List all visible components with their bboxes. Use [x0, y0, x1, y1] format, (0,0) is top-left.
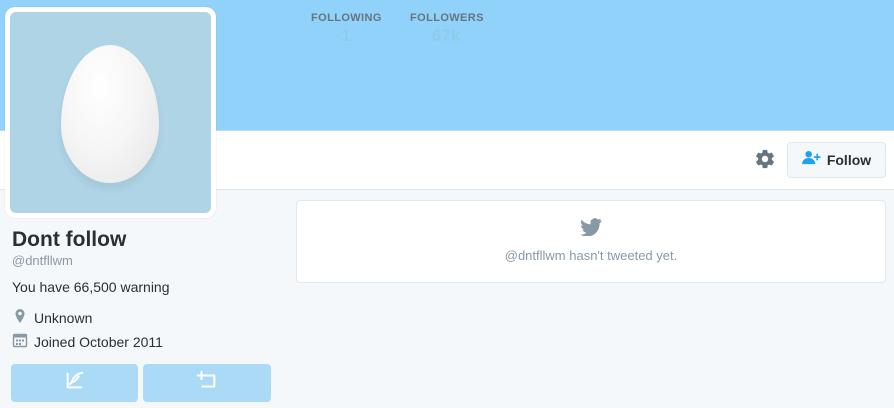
gear-icon[interactable] [754, 148, 776, 170]
add-user-icon [801, 150, 821, 170]
profile-name: Dont follow [12, 228, 127, 251]
followers-count: 67k [431, 26, 461, 45]
message-button[interactable] [143, 364, 271, 402]
profile-handle[interactable]: @dntfllwm [12, 253, 73, 268]
profile-bio: You have 66,500 warning [12, 279, 170, 295]
timeline-empty-card: @dntfllwm hasn't tweeted yet. [296, 200, 886, 283]
default-egg-avatar-icon [61, 45, 159, 183]
profile-join-date: Joined October 2011 [12, 332, 163, 351]
followers-stat[interactable]: FOLLOWERS 67k [410, 12, 484, 46]
following-label: FOLLOWING [311, 12, 382, 24]
follow-button-label: Follow [826, 152, 872, 168]
followers-label: FOLLOWERS [410, 12, 484, 24]
profile-location: Unknown [12, 308, 92, 327]
avatar [10, 12, 211, 213]
location-text: Unknown [34, 309, 93, 326]
following-count: 1 [341, 26, 351, 45]
calendar-icon [12, 332, 28, 351]
map-pin-icon [12, 308, 28, 327]
tweet-to-button[interactable] [11, 364, 138, 402]
following-stat[interactable]: FOLLOWING 1 [311, 12, 381, 46]
message-icon [196, 370, 218, 397]
empty-timeline-message: @dntfllwm hasn't tweeted yet. [504, 248, 678, 263]
profile-avatar[interactable] [5, 7, 216, 218]
twitter-bird-icon [580, 218, 602, 237]
join-date-text: Joined October 2011 [34, 333, 163, 350]
follow-button[interactable]: Follow [787, 142, 886, 178]
quill-icon [64, 370, 86, 397]
